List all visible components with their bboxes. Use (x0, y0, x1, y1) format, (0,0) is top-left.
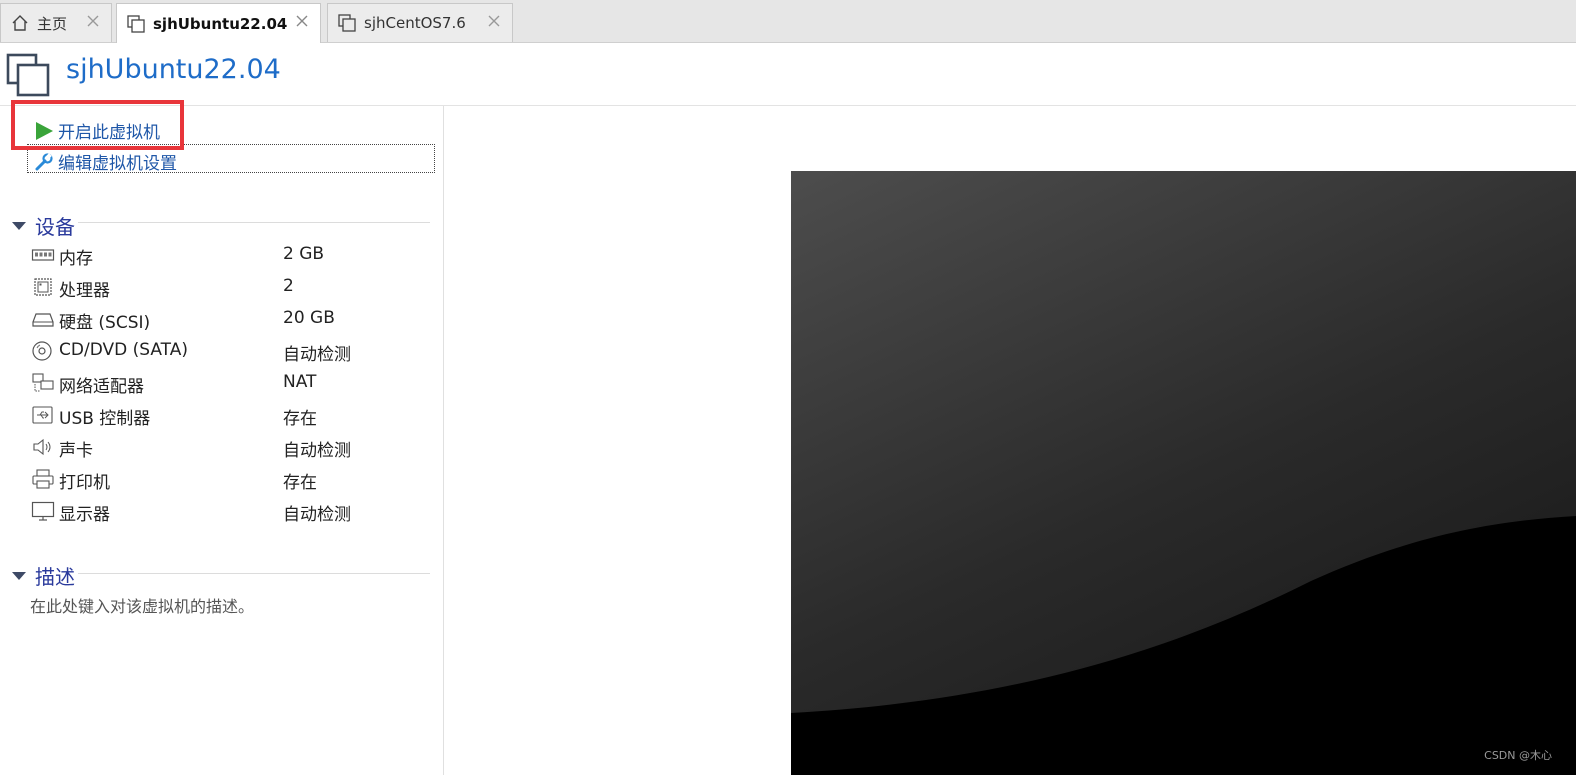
device-name: 打印机 (59, 473, 110, 493)
devices-heading: 设备 (35, 215, 75, 239)
page-title: sjhUbuntu22.04 (66, 54, 281, 85)
tab-home[interactable]: 主页 (0, 3, 112, 42)
device-name: 硬盘 (SCSI) (59, 313, 151, 333)
edit-settings-button[interactable]: 编辑虚拟机设置 (34, 149, 177, 174)
device-row-memory[interactable]: 内存 2 GB (31, 241, 431, 269)
network-adapter-icon (31, 372, 55, 394)
device-name: 显示器 (59, 505, 110, 525)
printer-icon (31, 468, 55, 490)
vm-icon (6, 53, 50, 97)
close-icon[interactable] (486, 13, 502, 29)
tab-sjhubuntu[interactable]: sjhUbuntu22.04 (116, 3, 321, 43)
hard-disk-icon (31, 308, 55, 330)
tab-label: sjhCentOS7.6 (364, 14, 466, 32)
tab-label: 主页 (37, 14, 68, 33)
devices-section-header[interactable]: 设备 (12, 211, 75, 240)
preview-graphic (791, 171, 1576, 775)
device-row-sound-card[interactable]: 声卡 自动检测 (31, 433, 431, 461)
device-value: 自动检测 (283, 505, 351, 525)
cd-dvd-icon (31, 340, 55, 362)
description-placeholder[interactable]: 在此处键入对该虚拟机的描述。 (30, 593, 254, 617)
device-value: 存在 (283, 409, 317, 429)
device-name: CD/DVD (SATA) (59, 340, 188, 360)
collapse-triangle-icon (12, 571, 26, 580)
edit-settings-label: 编辑虚拟机设置 (58, 154, 177, 174)
device-name: 处理器 (59, 281, 110, 301)
device-value: 2 GB (283, 244, 325, 264)
wrench-icon (34, 152, 54, 172)
device-row-cd-dvd[interactable]: CD/DVD (SATA) 自动检测 (31, 337, 431, 365)
vm-icon (338, 14, 356, 32)
tab-label: sjhUbuntu22.04 (153, 14, 288, 33)
usb-icon (31, 404, 55, 426)
vm-preview-thumbnail[interactable]: CSDN @木心 (791, 171, 1576, 775)
device-name: USB 控制器 (59, 409, 151, 429)
device-row-hard-disk[interactable]: 硬盘 (SCSI) 20 GB (31, 305, 431, 333)
divider (78, 573, 430, 574)
device-row-printer[interactable]: 打印机 存在 (31, 465, 431, 493)
memory-icon (31, 244, 55, 266)
watermark: CSDN @木心 (1484, 749, 1552, 762)
close-icon[interactable] (294, 13, 310, 29)
device-value: 自动检测 (283, 441, 351, 461)
device-row-network-adapter[interactable]: 网络适配器 NAT (31, 369, 431, 397)
device-value: 自动检测 (283, 345, 351, 365)
divider (78, 222, 430, 223)
home-icon (11, 14, 29, 32)
device-name: 内存 (59, 249, 93, 269)
device-name: 声卡 (59, 441, 93, 461)
tab-bar: 主页 sjhUbuntu22.04 sjhCentOS7.6 (0, 0, 1576, 43)
vm-icon (127, 14, 145, 33)
device-value: NAT (283, 372, 317, 392)
device-value: 存在 (283, 473, 317, 493)
device-name: 网络适配器 (59, 377, 144, 397)
highlight-annotation (11, 100, 184, 150)
description-section-header[interactable]: 描述 (12, 561, 75, 590)
device-value: 2 (283, 276, 294, 296)
description-heading: 描述 (35, 565, 75, 589)
collapse-triangle-icon (12, 221, 26, 230)
device-row-processor[interactable]: 处理器 2 (31, 273, 431, 301)
speaker-icon (31, 436, 55, 458)
device-value: 20 GB (283, 308, 335, 328)
device-row-usb[interactable]: USB 控制器 存在 (31, 401, 431, 429)
tab-sjhcentos[interactable]: sjhCentOS7.6 (327, 3, 513, 42)
processor-icon (31, 276, 55, 298)
monitor-icon (31, 500, 55, 522)
device-row-display[interactable]: 显示器 自动检测 (31, 497, 431, 525)
close-icon[interactable] (85, 13, 101, 29)
